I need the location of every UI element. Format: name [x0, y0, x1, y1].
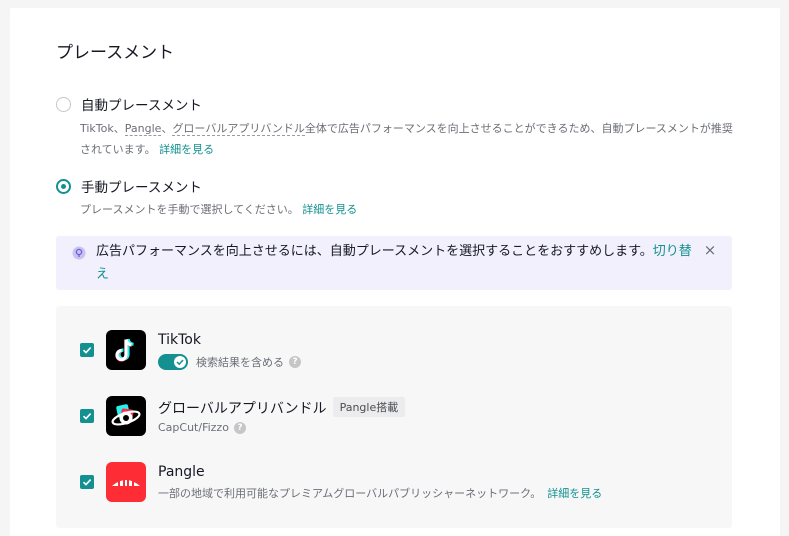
- help-icon[interactable]: ?: [233, 421, 246, 434]
- search-results-label: 検索結果を含める: [196, 356, 284, 369]
- close-icon[interactable]: ×: [702, 242, 718, 258]
- recommendation-alert: 広告パフォーマンスを向上させるには、自動プレースメントを選択することをおすすめし…: [56, 236, 732, 290]
- tiktok-logo-icon: [106, 330, 146, 370]
- pangle-logo-icon: [106, 462, 146, 502]
- pangle-learn-more-link[interactable]: 詳細を見る: [547, 485, 602, 501]
- tiktok-name: TikTok: [158, 332, 201, 348]
- auto-placement-radio[interactable]: [56, 96, 71, 112]
- manual-desc-text: プレースメントを手動で選択してください。: [80, 203, 299, 216]
- tiktok-search-row: 検索結果を含める ?: [158, 354, 301, 370]
- page-title: プレースメント: [56, 43, 175, 63]
- desc-separator: 、: [113, 122, 125, 135]
- auto-placement-label: 自動プレースメント: [81, 98, 202, 114]
- global-app-bundle-icon: [106, 396, 146, 436]
- manual-learn-more-link[interactable]: 詳細を見る: [302, 203, 357, 216]
- pangle-desc-text: 一部の地域で利用可能なプレミアムグローバルパブリッシャーネットワーク。: [158, 487, 542, 500]
- desc-tiktok: TikTok: [80, 122, 114, 135]
- pangle-description: 一部の地域で利用可能なプレミアムグローバルパブリッシャーネットワーク。 詳細を見…: [158, 485, 602, 501]
- global-app-bundle-name: グローバルアプリバンドル: [158, 401, 327, 417]
- help-icon[interactable]: ?: [289, 356, 301, 368]
- pangle-checkbox[interactable]: [80, 475, 94, 489]
- manual-placement-description: プレースメントを手動で選択してください。 詳細を見る: [80, 199, 740, 220]
- pangle-name: Pangle: [158, 464, 205, 480]
- alert-text: 広告パフォーマンスを向上させるには、自動プレースメントを選択することをおすすめし…: [96, 244, 653, 259]
- search-results-toggle[interactable]: [158, 354, 188, 370]
- desc-separator: 、: [161, 122, 173, 135]
- manual-placement-option[interactable]: 手動プレースメント: [56, 176, 202, 196]
- lightbulb-icon: [72, 245, 86, 260]
- placement-card: プレースメント 自動プレースメント TikTok、Pangle、グローバルアプリ…: [10, 8, 780, 536]
- placements-panel: TikTok 検索結果を含める ? グローバルアプリバンドル Pangle搭載: [56, 306, 732, 528]
- pangle-powered-badge: Pangle搭載: [332, 397, 406, 417]
- global-app-bundle-title-row: グローバルアプリバンドル Pangle搭載: [158, 397, 406, 418]
- auto-placement-description: TikTok、Pangle、グローバルアプリバンドル全体で広告パフォーマンスを向…: [80, 118, 740, 160]
- auto-placement-option[interactable]: 自動プレースメント: [56, 94, 202, 114]
- global-app-bundle-checkbox[interactable]: [80, 409, 94, 423]
- manual-placement-radio[interactable]: [56, 178, 71, 194]
- manual-placement-label: 手動プレースメント: [81, 180, 202, 196]
- alert-message: 広告パフォーマンスを向上させるには、自動プレースメントを選択することをおすすめし…: [96, 240, 696, 286]
- auto-learn-more-link[interactable]: 詳細を見る: [159, 143, 214, 156]
- global-app-bundle-sub: CapCut/Fizzo ?: [158, 421, 246, 434]
- global-app-bundle-apps: CapCut/Fizzo: [158, 421, 229, 434]
- desc-pangle[interactable]: Pangle: [124, 122, 162, 136]
- desc-global-app-bundle[interactable]: グローバルアプリバンドル: [172, 122, 305, 136]
- tiktok-checkbox[interactable]: [80, 343, 94, 357]
